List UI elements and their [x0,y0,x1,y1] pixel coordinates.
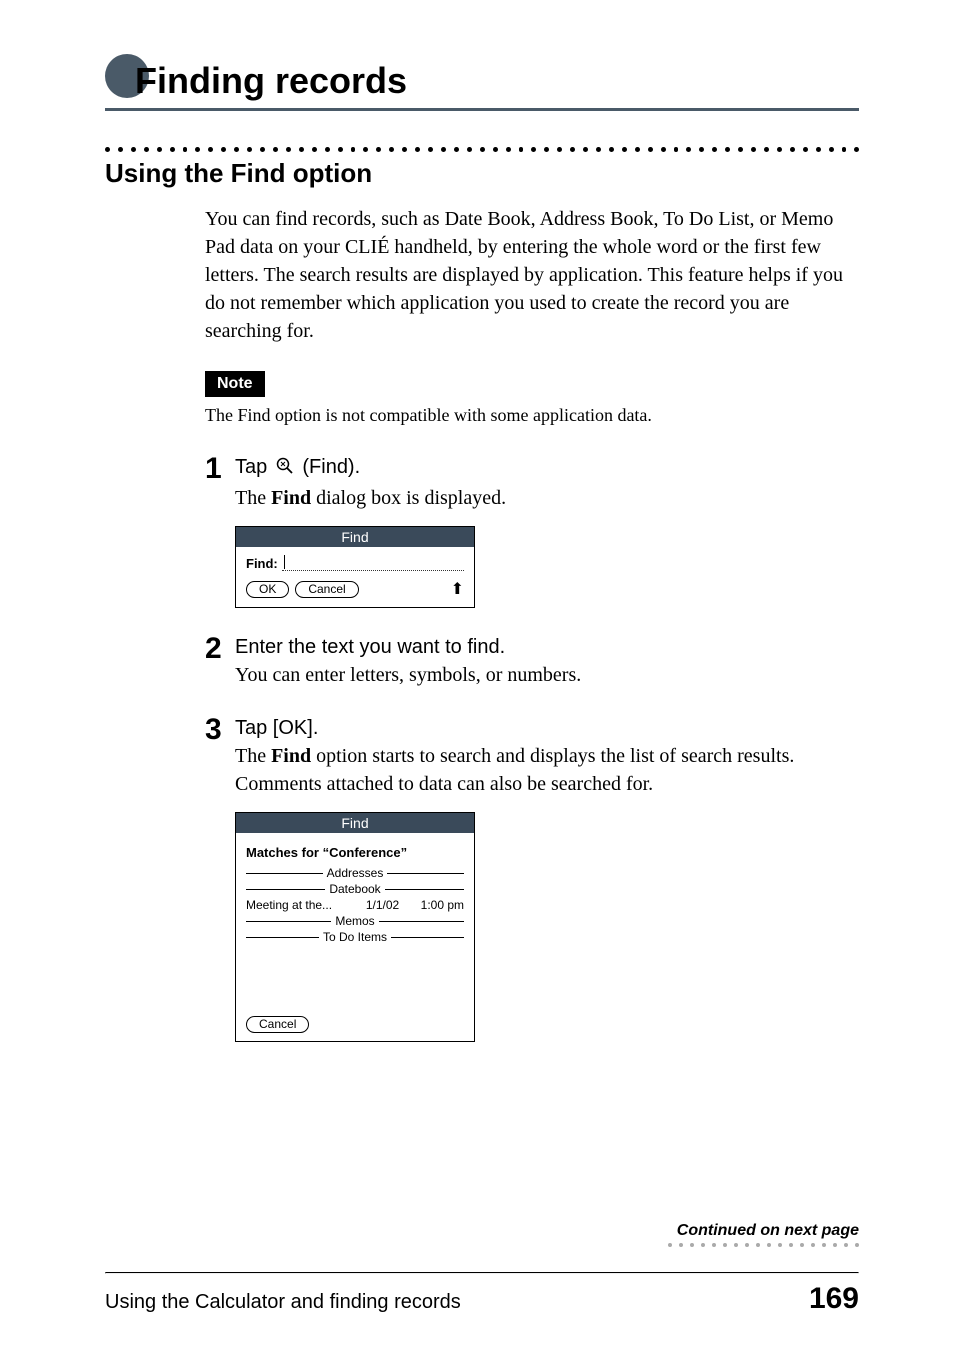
chapter-heading: Finding records [105,60,859,102]
step-2: 2 Enter the text you want to find. You c… [205,636,859,689]
section-title: Using the Find option [105,158,859,189]
result-row[interactable]: Meeting at the... 1/1/02 1:00 pm [246,898,464,912]
result-text: Meeting at the... [246,898,334,912]
chapter-title: Finding records [135,60,407,102]
result-time: 1:00 pm [407,898,464,912]
group-todo: To Do Items [246,930,464,944]
dialog-title: Find [236,813,474,833]
ok-button[interactable]: OK [246,581,289,598]
step-1-title-pre: Tap [235,456,273,478]
step-1-title-post: (Find). [297,456,360,478]
note-text: The Find option is not compatible with s… [205,405,859,426]
dialog-title: Find [236,527,474,547]
arrow-up-icon: ⬆ [451,579,464,599]
find-dialog-results: Find Matches for “Conference” Addresses … [235,812,475,1042]
find-text-input[interactable] [282,555,464,571]
group-addresses: Addresses [246,866,464,880]
cancel-button[interactable]: Cancel [295,581,358,598]
step-1-title: Tap (Find). [235,456,859,482]
find-field-label: Find: [246,556,278,571]
continued-dots-decoration [668,1243,859,1247]
continued-text: Continued on next page [668,1222,859,1240]
step-2-desc: You can enter letters, symbols, or numbe… [235,661,859,689]
step-number: 3 [205,715,235,1042]
page-number: 169 [809,1282,859,1316]
footer-text: Using the Calculator and finding records [105,1291,461,1314]
find-magnifier-icon [275,456,295,482]
intro-paragraph: You can find records, such as Date Book,… [205,205,859,345]
page-footer: Using the Calculator and finding records… [105,1282,859,1316]
step-number: 1 [205,454,235,608]
step-3-title: Tap [OK]. [235,717,859,740]
cancel-button[interactable]: Cancel [246,1016,309,1033]
dotted-separator [105,147,859,152]
step-2-title: Enter the text you want to find. [235,636,859,659]
step-3-desc: The Find option starts to search and dis… [235,742,859,798]
footer-rule [105,1272,859,1274]
continued-next-page: Continued on next page [668,1222,859,1247]
step-3: 3 Tap [OK]. The Find option starts to se… [205,717,859,1042]
matches-for-label: Matches for “Conference” [246,845,464,860]
step-number: 2 [205,634,235,689]
step-1-desc: The Find dialog box is displayed. [235,484,859,512]
horizontal-rule [105,108,859,111]
result-date: 1/1/02 [342,898,399,912]
find-dialog-small: Find Find: OK Cancel ⬆ [235,526,475,608]
note-badge: Note [205,371,265,397]
group-memos: Memos [246,914,464,928]
step-1: 1 Tap (Find). The Find dialog box is dis… [205,456,859,608]
group-datebook: Datebook [246,882,464,896]
